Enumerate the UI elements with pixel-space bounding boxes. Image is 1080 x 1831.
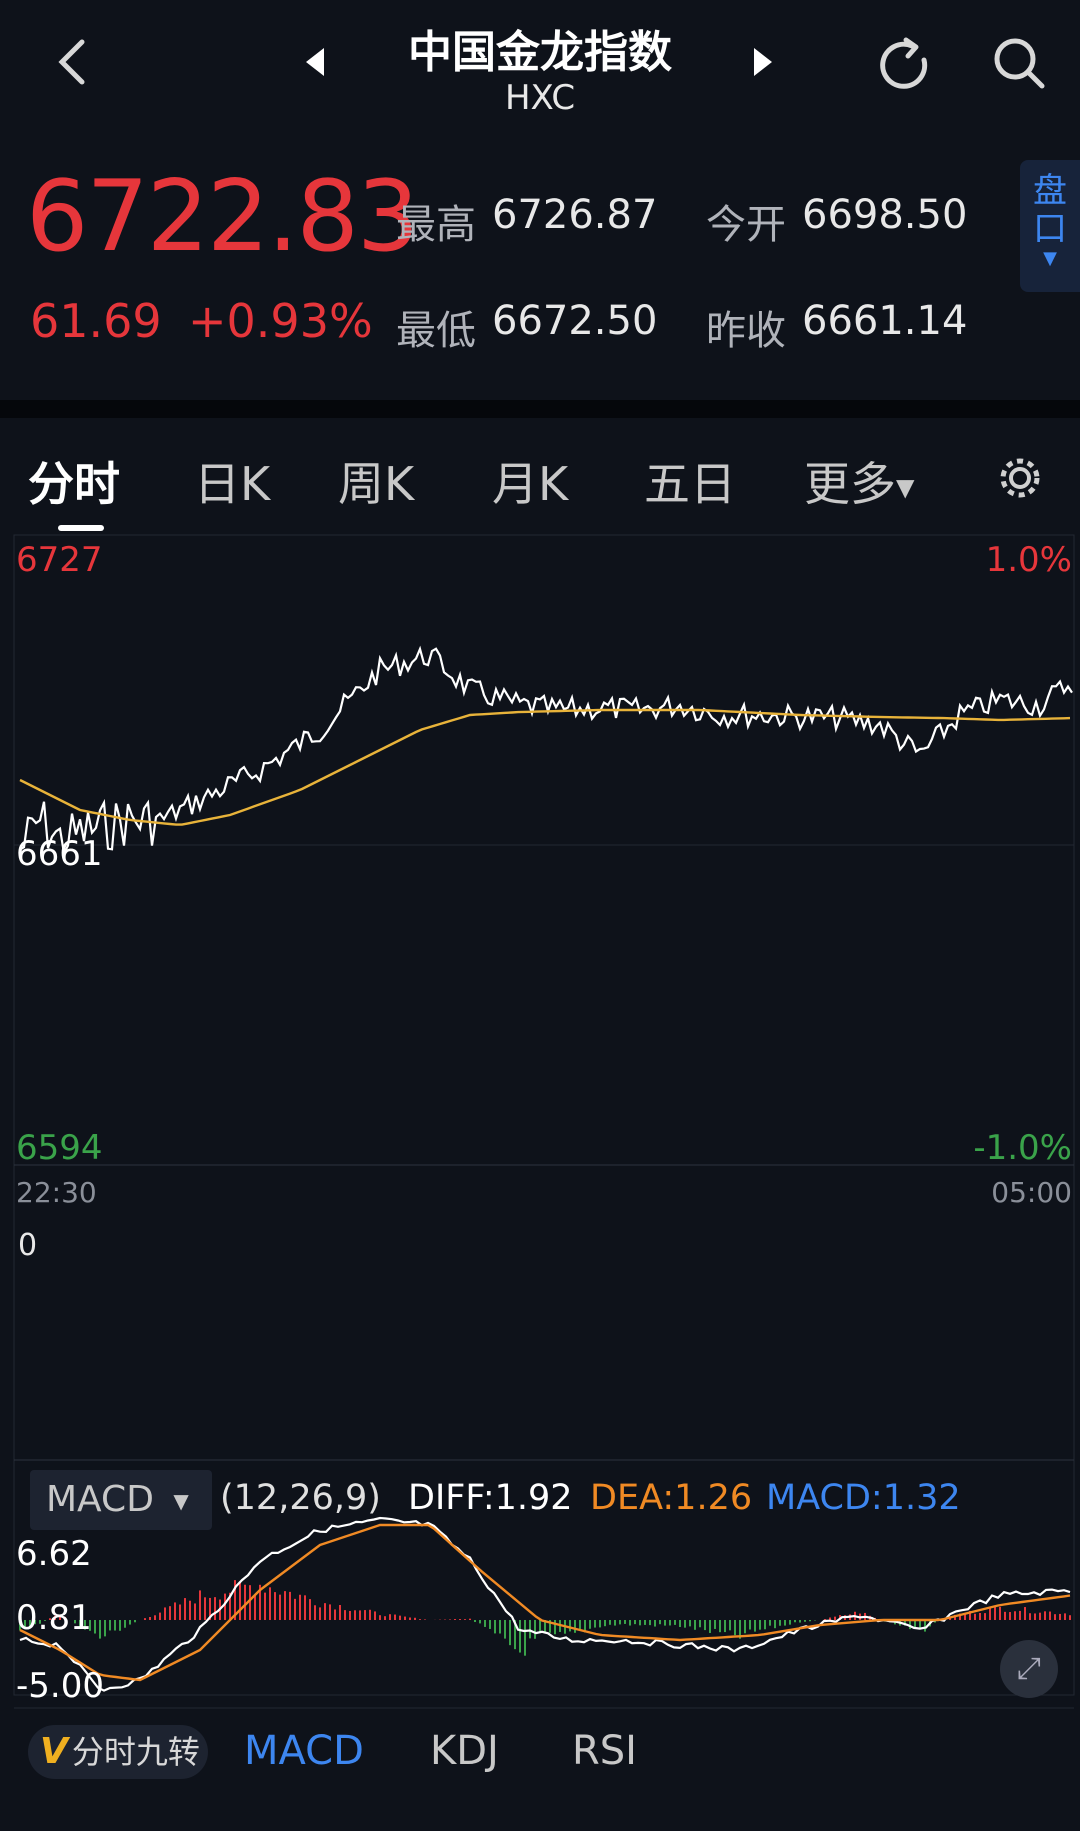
prev-close-value: 6661.14	[802, 298, 968, 344]
low-label: 最低	[396, 308, 476, 354]
caret-down-icon: ▼	[1043, 248, 1057, 269]
refresh-icon[interactable]	[876, 34, 936, 94]
section-divider	[0, 400, 1080, 418]
next-stock-triangle-right-icon[interactable]	[752, 46, 776, 78]
nine-turn-label: 分时九转	[71, 1733, 200, 1771]
tab-more[interactable]: 更多▼	[804, 448, 914, 514]
y-axis-mid-label: 6661	[16, 834, 103, 874]
y-axis-low-label: 6594	[16, 1128, 103, 1168]
tab-monthly-k[interactable]: 月K	[492, 448, 568, 514]
bottom-tab-macd[interactable]: MACD	[244, 1728, 364, 1774]
chart-canvas	[13, 534, 1075, 1709]
low-value: 6672.50	[492, 298, 658, 344]
indicator-selector[interactable]: MACD ▼	[30, 1470, 212, 1530]
tab-five-day[interactable]: 五日	[644, 448, 736, 514]
macd-y-top-label: 6.62	[16, 1534, 92, 1574]
diff-value: DIFF:1.92	[408, 1478, 573, 1518]
open-value: 6698.50	[802, 192, 968, 238]
caret-down-icon: ▼	[173, 1489, 189, 1513]
indicator-params: (12,26,9)	[220, 1478, 381, 1518]
pankou-button[interactable]: 盘口 ▼	[1020, 160, 1080, 292]
price-line	[19, 645, 1073, 858]
tab-weekly-k[interactable]: 周K	[338, 448, 414, 514]
pct-axis-high-label: 1.0%	[985, 540, 1072, 580]
volume-axis-label: 0	[18, 1228, 38, 1263]
intraday-chart[interactable]	[0, 530, 1080, 1710]
open-label: 今开	[706, 202, 786, 248]
tab-intraday[interactable]: 分时	[28, 448, 120, 514]
header-bar: 中国金龙指数 HXC	[0, 0, 1080, 130]
bottom-tab-rsi[interactable]: RSI	[572, 1728, 637, 1774]
tab-daily-k[interactable]: 日K	[194, 448, 270, 514]
price-change: 61.69	[30, 294, 162, 348]
indicator-name: MACD	[46, 1479, 154, 1520]
current-price: 6722.83	[26, 160, 419, 274]
macd-y-mid-label: 0.81	[16, 1598, 92, 1638]
time-end-label: 05:00	[991, 1176, 1072, 1209]
settings-gear-icon[interactable]	[996, 454, 1044, 502]
pct-axis-low-label: -1.0%	[973, 1128, 1072, 1168]
bottom-tab-kdj[interactable]: KDJ	[430, 1728, 499, 1774]
dea-line	[19, 1523, 1071, 1682]
macd-y-bot-label: -5.00	[16, 1666, 104, 1706]
diff-line	[19, 1516, 1071, 1692]
tab-more-label: 更多	[804, 457, 896, 511]
price-change-percent: +0.93%	[188, 294, 373, 348]
high-value: 6726.87	[492, 192, 658, 238]
pankou-label: 盘口	[1033, 171, 1067, 249]
dea-value: DEA:1.26	[590, 1478, 753, 1518]
y-axis-high-label: 6727	[16, 540, 103, 580]
caret-down-icon: ▼	[896, 473, 915, 502]
time-start-label: 22:30	[16, 1176, 97, 1209]
average-price-line	[19, 708, 1071, 826]
nine-turn-button[interactable]: V 分时九转	[28, 1725, 208, 1779]
nine-turn-v-icon: V	[40, 1731, 68, 1772]
high-label: 最高	[396, 202, 476, 248]
prev-close-label: 昨收	[706, 308, 786, 354]
expand-icon[interactable]: ⤢	[1000, 1640, 1058, 1698]
macd-value: MACD:1.32	[766, 1478, 961, 1518]
search-icon[interactable]	[990, 34, 1050, 94]
